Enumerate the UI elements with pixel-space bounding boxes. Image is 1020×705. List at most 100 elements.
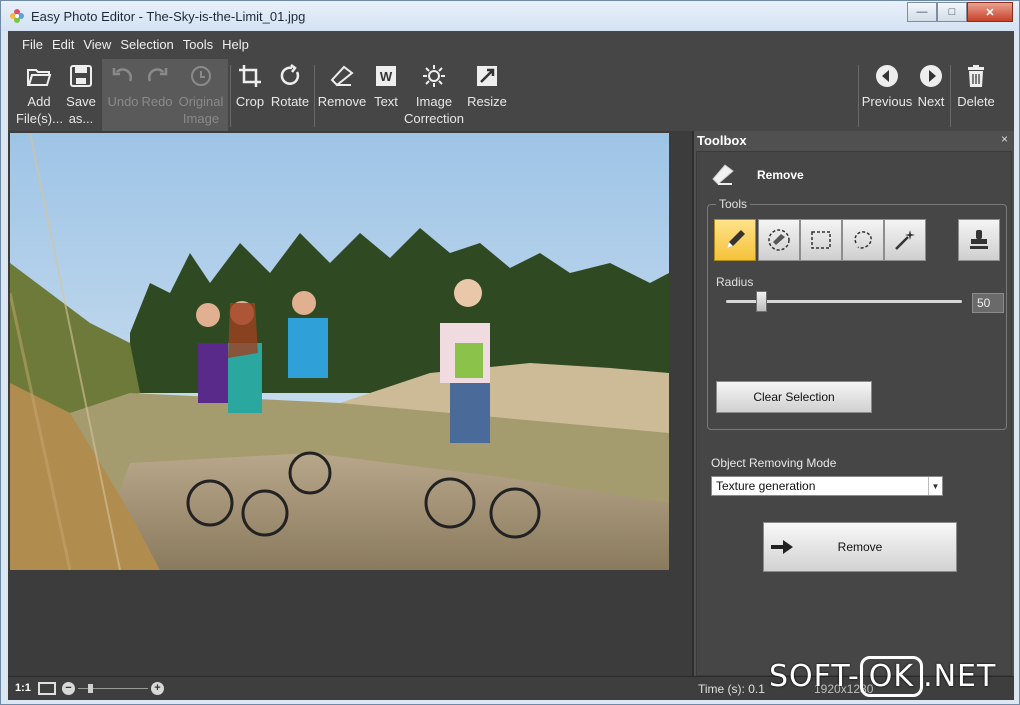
removing-mode-select[interactable]: Texture generation ▼ [711, 476, 943, 496]
zoom-actual-size[interactable]: 1:1 [15, 682, 31, 694]
toolbar-separator [950, 65, 951, 127]
app-window: Easy Photo Editor - The-Sky-is-the-Limit… [0, 0, 1020, 705]
radius-value-input[interactable]: 50 [972, 293, 1004, 313]
next-button[interactable]: Next [914, 59, 948, 129]
window-title: Easy Photo Editor - The-Sky-is-the-Limit… [31, 9, 306, 24]
menu-tools[interactable]: Tools [183, 37, 213, 52]
toolbar: Add File(s)... Save as... Undo Redo Orig… [8, 57, 1014, 131]
undo-button[interactable]: Undo [106, 59, 140, 129]
watermark: SOFT- OK .NET [769, 656, 997, 697]
previous-label: Previous [861, 94, 913, 109]
magic-wand-icon [895, 230, 915, 250]
title-bar: Easy Photo Editor - The-Sky-is-the-Limit… [1, 1, 1019, 31]
crop-button[interactable]: Crop [234, 59, 266, 129]
image-correction-button[interactable]: Image Correction [404, 59, 464, 129]
save-disk-icon [70, 65, 92, 87]
save-as-button[interactable]: Save as... [64, 59, 98, 129]
add-files-label: Add File(s)... [16, 94, 63, 126]
rect-selection-icon [811, 231, 831, 249]
original-image-button[interactable]: Original Image [176, 59, 226, 129]
rotate-button[interactable]: Rotate [268, 59, 312, 129]
tools-group: Tools Radius 50 Clear Selection [707, 197, 1007, 430]
delete-label: Delete [957, 94, 995, 109]
trash-icon [968, 65, 984, 87]
menu-file[interactable]: File [22, 37, 43, 52]
redo-label: Redo [141, 94, 173, 109]
resize-label: Resize [467, 94, 507, 109]
toolbox-title: Toolbox [697, 133, 747, 148]
menu-edit[interactable]: Edit [52, 37, 74, 52]
app-flower-icon [10, 9, 24, 23]
pencil-tool-button[interactable] [714, 219, 756, 261]
open-folder-icon [27, 69, 52, 86]
processing-time: Time (s): 0.1 [698, 682, 765, 696]
clear-selection-button[interactable]: Clear Selection [716, 381, 872, 413]
canvas-area[interactable] [8, 131, 692, 676]
next-label: Next [917, 94, 945, 109]
toolbar-separator [314, 65, 315, 127]
window-controls: — □ ✕ [907, 2, 1013, 22]
redo-button[interactable]: Redo [140, 59, 174, 129]
resize-button[interactable]: Resize [466, 59, 508, 129]
crop-icon [239, 65, 261, 87]
original-image-label: Original Image [178, 94, 224, 126]
eraser-selection-tool-button[interactable] [758, 219, 800, 261]
toolbox-content: Remove Tools Radius 50 Clear Selection O… [696, 151, 1012, 676]
eraser-icon [330, 65, 354, 87]
removing-mode-value: Texture generation [716, 479, 816, 493]
image-correction-label: Image Correction [404, 94, 464, 126]
stamp-tool-button[interactable] [958, 219, 1000, 261]
pencil-icon [727, 230, 745, 248]
previous-button[interactable]: Previous [862, 59, 912, 129]
lasso-icon [854, 231, 872, 249]
menu-selection[interactable]: Selection [120, 37, 173, 52]
arrow-right-icon [771, 540, 793, 554]
tools-legend: Tools [716, 197, 751, 211]
close-button[interactable]: ✕ [967, 2, 1013, 22]
undo-icon [112, 68, 132, 82]
redo-icon [148, 68, 168, 82]
text-button[interactable]: W Text [370, 59, 402, 129]
zoom-out-button[interactable]: − [62, 682, 75, 695]
stamp-icon [970, 230, 988, 249]
rotate-label: Rotate [270, 94, 310, 109]
toolbox-close-button[interactable]: × [1001, 132, 1008, 146]
save-as-label: Save as... [66, 94, 96, 126]
photo-image[interactable] [10, 133, 669, 570]
remove-button-label: Remove [837, 540, 883, 554]
menu-help[interactable]: Help [222, 37, 249, 52]
watermark-right: .NET [923, 659, 997, 694]
removing-mode-label: Object Removing Mode [711, 456, 837, 470]
remove-button[interactable]: Remove [763, 522, 957, 572]
remove-tool-button[interactable]: Remove [316, 59, 368, 129]
resize-icon [477, 66, 497, 86]
toolbar-separator [858, 65, 859, 127]
magic-wand-tool-button[interactable] [884, 219, 926, 261]
history-clock-icon [191, 66, 211, 86]
remove-label: Remove [317, 94, 367, 109]
zoom-slider-thumb[interactable] [88, 684, 93, 693]
toolbox-heading: Remove [757, 168, 804, 182]
toolbox-panel: Toolbox × Remove Tools Radius 50 Clear S… [692, 131, 1014, 676]
delete-button[interactable]: Delete [954, 59, 998, 129]
rect-selection-tool-button[interactable] [800, 219, 842, 261]
zoom-in-button[interactable]: + [151, 682, 164, 695]
menu-view[interactable]: View [83, 37, 111, 52]
crop-label: Crop [235, 94, 265, 109]
eraser-selection-icon [768, 229, 790, 251]
next-arrow-icon [920, 65, 942, 87]
add-files-button[interactable]: Add File(s)... [14, 59, 64, 129]
app-body: File Edit View Selection Tools Help Add … [8, 31, 1014, 700]
text-label: Text [374, 94, 398, 109]
toolbar-separator [230, 65, 231, 127]
maximize-button[interactable]: □ [937, 2, 967, 22]
lasso-tool-button[interactable] [842, 219, 884, 261]
eraser-icon [712, 164, 734, 185]
text-w-icon: W [376, 66, 396, 86]
fit-to-window-icon[interactable] [38, 682, 56, 695]
radius-label: Radius [716, 275, 754, 289]
watermark-left: SOFT- [769, 659, 860, 694]
radius-slider-thumb[interactable] [755, 291, 767, 312]
clear-selection-label: Clear Selection [753, 390, 835, 404]
minimize-button[interactable]: — [907, 2, 937, 22]
